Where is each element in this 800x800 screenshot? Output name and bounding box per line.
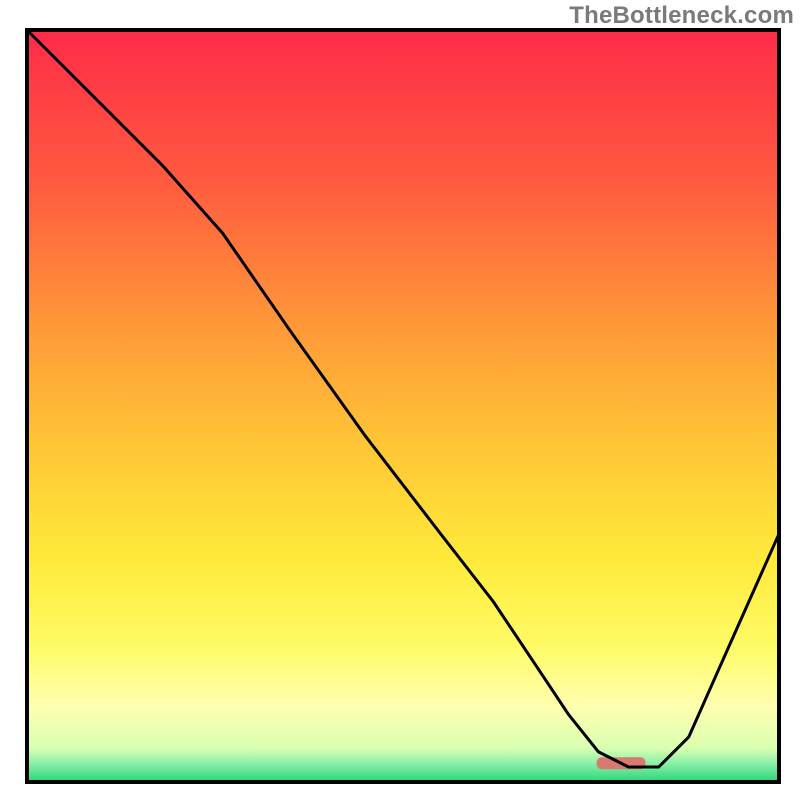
watermark-text: TheBottleneck.com <box>569 2 794 30</box>
chart-container: TheBottleneck.com <box>0 0 800 800</box>
bottleneck-chart <box>0 0 800 800</box>
